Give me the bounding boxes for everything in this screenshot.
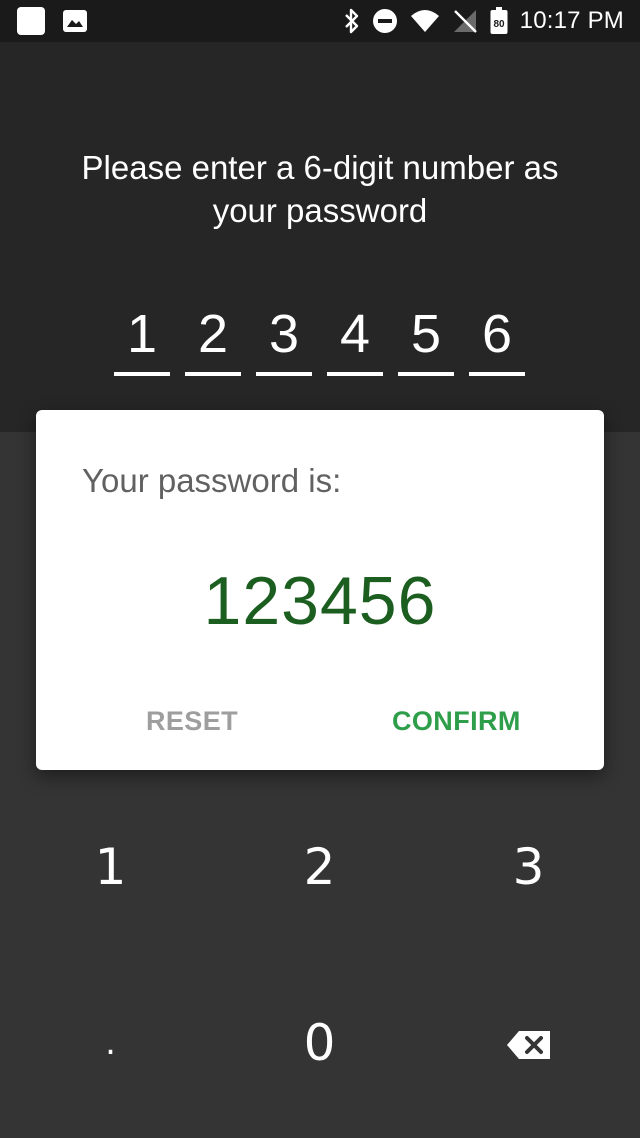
pin-digit: 1 — [126, 304, 158, 364]
pin-digit-underline — [256, 372, 312, 376]
password-confirm-dialog: Your password is: 123456 RESET CONFIRM — [36, 410, 604, 770]
key-decimal[interactable]: . — [4, 968, 217, 1118]
pin-digit-slot: 2 — [185, 298, 241, 380]
status-bar: 80 10:17 PM — [0, 0, 640, 42]
do-not-disturb-icon — [372, 8, 398, 34]
battery-icon: 80 — [490, 7, 508, 35]
pin-digit: 5 — [410, 304, 442, 364]
pin-digit-underline — [469, 372, 525, 376]
prompt-line-2: your password — [212, 192, 428, 229]
pin-digit-underline — [327, 372, 383, 376]
wifi-icon — [410, 9, 440, 33]
key-3[interactable]: 3 — [422, 792, 635, 942]
pin-digit-slot: 4 — [327, 298, 383, 380]
reset-button[interactable]: RESET — [146, 706, 238, 737]
pin-digit-underline — [398, 372, 454, 376]
battery-level-text: 80 — [493, 19, 505, 30]
app-square-icon — [16, 6, 46, 36]
pin-digits: 1 2 3 4 5 6 — [0, 298, 640, 382]
confirm-button[interactable]: CONFIRM — [392, 706, 521, 737]
key-0[interactable]: 0 — [213, 968, 426, 1118]
image-icon — [62, 9, 88, 33]
no-signal-icon — [452, 8, 478, 34]
password-prompt: Please enter a 6-digit number as your pa… — [40, 146, 600, 232]
pin-digit: 3 — [268, 304, 300, 364]
pin-digit-slot: 3 — [256, 298, 312, 380]
password-value: 123456 — [203, 563, 437, 639]
backspace-key[interactable] — [422, 968, 635, 1118]
app-screen: 80 10:17 PM Please enter a 6-digit numbe… — [0, 0, 640, 1138]
pin-digit: 4 — [339, 304, 371, 364]
bluetooth-icon — [344, 8, 360, 34]
key-1[interactable]: 1 — [4, 792, 217, 942]
pin-digit: 2 — [197, 304, 229, 364]
pin-digit-underline — [185, 372, 241, 376]
dialog-title: Your password is: — [82, 462, 342, 499]
pin-digit-underline — [114, 372, 170, 376]
status-time: 10:17 PM — [519, 7, 624, 34]
pin-digit-slot: 6 — [469, 298, 525, 380]
pin-digit-slot: 5 — [398, 298, 454, 380]
backspace-icon — [506, 1014, 552, 1072]
pin-digit: 6 — [481, 304, 513, 364]
prompt-line-1: Please enter a 6-digit number as — [81, 149, 559, 186]
key-2[interactable]: 2 — [213, 792, 426, 942]
pin-digit-slot: 1 — [114, 298, 170, 380]
